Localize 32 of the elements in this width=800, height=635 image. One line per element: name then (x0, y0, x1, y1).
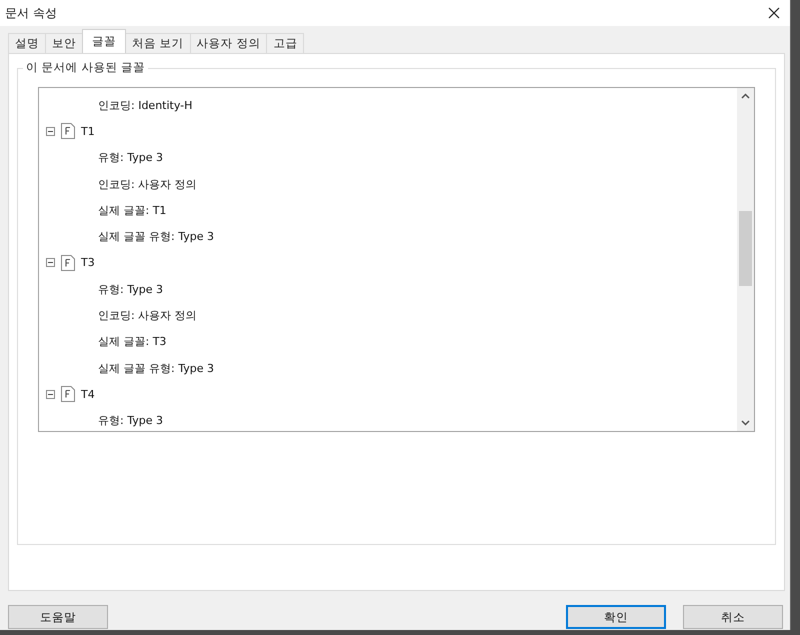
font-property: 유형: Type 3 (98, 413, 163, 428)
group-title: 이 문서에 사용된 글꼴 (23, 60, 148, 75)
tab[interactable]: 설명 (8, 33, 46, 53)
font-file-icon (61, 123, 75, 140)
collapse-icon[interactable] (46, 126, 55, 136)
close-icon[interactable] (768, 7, 780, 19)
tab[interactable]: 고급 (266, 33, 304, 53)
font-property: 인코딩: 사용자 정의 (98, 308, 197, 324)
font-property: 인코딩: 사용자 정의 (98, 176, 197, 192)
font-file-icon (61, 254, 75, 271)
font-name[interactable]: T1 (81, 124, 95, 138)
font-property: 인코딩: Identity-H (98, 98, 192, 113)
font-property: 실제 글꼴 유형: Type 3 (98, 229, 214, 244)
dialog-button[interactable]: 도움말 (8, 605, 108, 629)
font-property: 실제 글꼴: T1 (98, 202, 166, 218)
font-name[interactable]: T3 (81, 256, 95, 270)
font-file-icon (61, 386, 75, 402)
font-property: 유형: Type 3 (98, 150, 163, 166)
window-title: 문서 속성 (5, 4, 57, 22)
font-name[interactable]: T4 (81, 388, 95, 401)
dialog-button[interactable]: 취소 (683, 605, 783, 629)
collapse-icon[interactable] (46, 390, 55, 399)
scroll-thumb[interactable] (739, 211, 752, 286)
scroll-down-icon[interactable] (741, 420, 750, 426)
scroll-up-icon[interactable] (741, 93, 750, 99)
font-property: 실제 글꼴 유형: Type 3 (98, 360, 214, 376)
scrollbar[interactable] (737, 88, 754, 431)
collapse-icon[interactable] (46, 258, 55, 268)
tab[interactable]: 글꼴 (82, 29, 126, 53)
font-property: 유형: Type 3 (98, 282, 163, 297)
dialog-button[interactable]: 확인 (566, 605, 666, 629)
font-property: 실제 글꼴: T3 (98, 334, 166, 350)
